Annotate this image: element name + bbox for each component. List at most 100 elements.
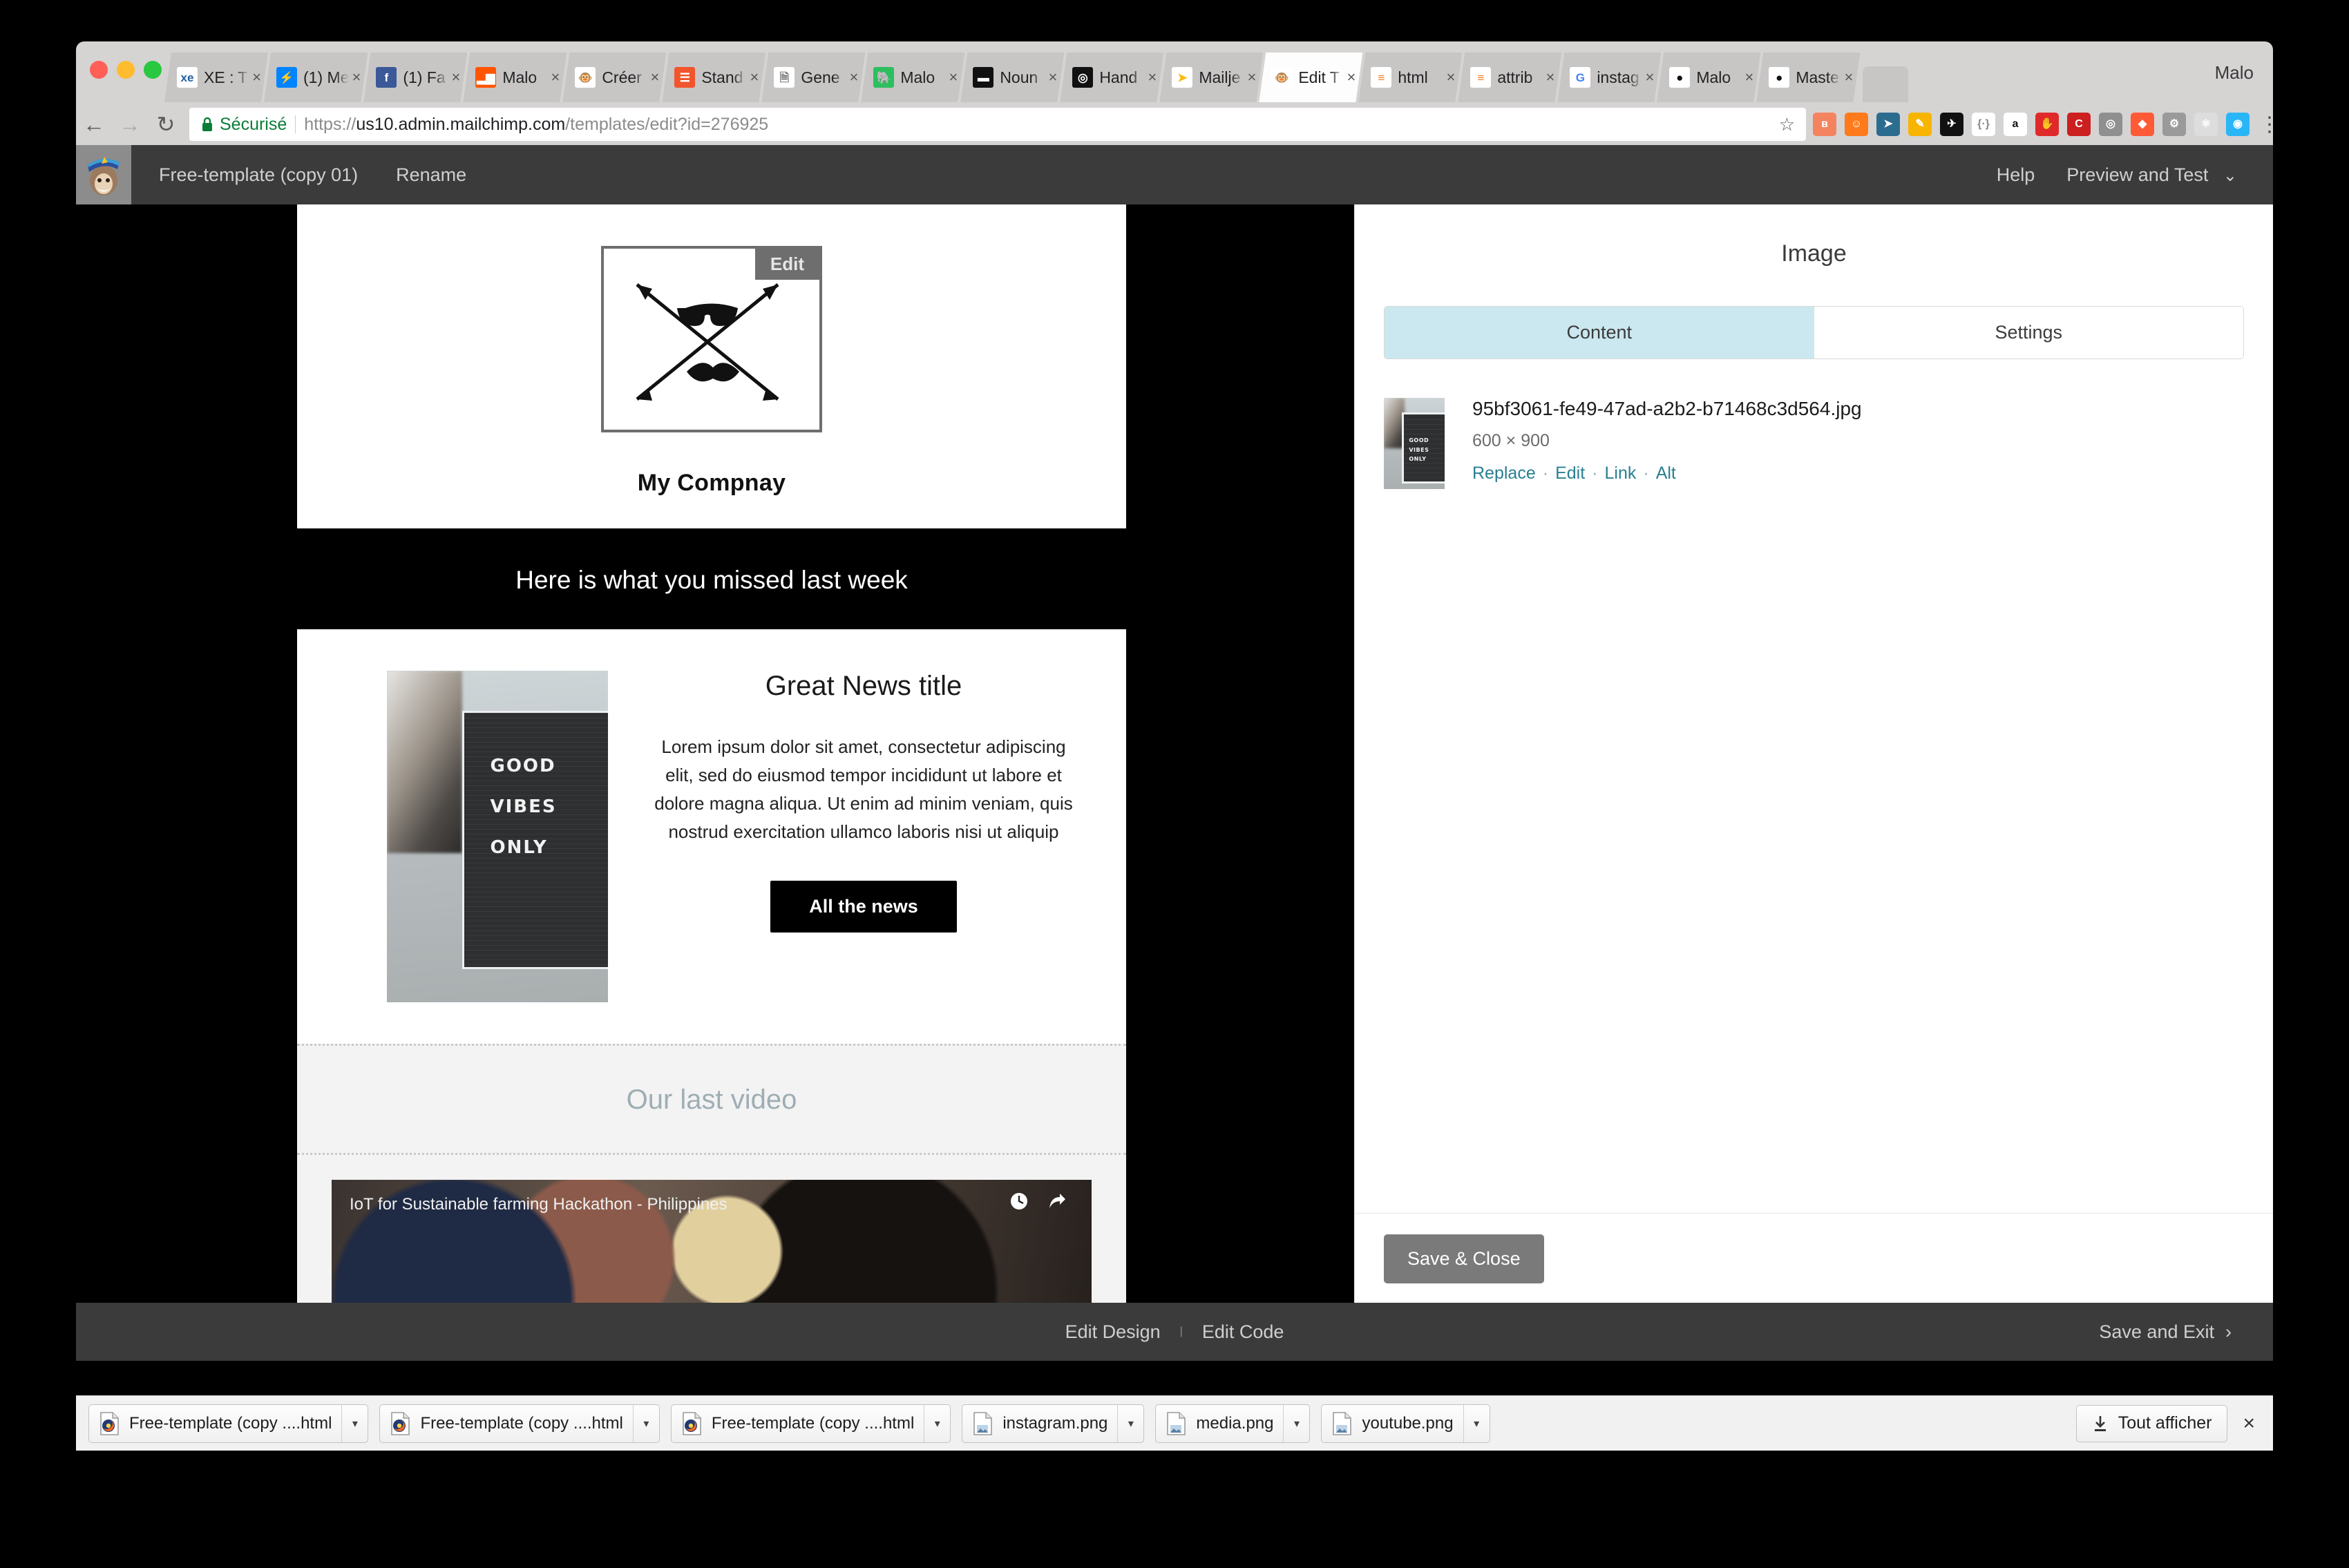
asset-actions[interactable]: Replace · Edit · Link · Alt [1472, 463, 1862, 484]
clock-icon[interactable] [1009, 1191, 1029, 1212]
save-and-exit-button[interactable]: Save and Exit › [2099, 1321, 2232, 1343]
download-menu-caret-icon[interactable]: ▾ [632, 1404, 659, 1442]
help-link[interactable]: Help [1997, 164, 2035, 186]
browser-tab[interactable]: ▬ Noun × [960, 52, 1064, 102]
asset-action-replace[interactable]: Replace [1472, 463, 1536, 483]
close-window-button[interactable] [90, 61, 108, 79]
preview-and-test-button[interactable]: Preview and Test ⌄ [2066, 164, 2237, 186]
download-items[interactable]: Free-template (copy ....html ▾ Free-templa… [88, 1404, 1501, 1443]
tab-settings[interactable]: Settings [1814, 307, 2243, 358]
browser-tab[interactable]: ➤ Mailje × [1159, 52, 1263, 102]
tab-close-icon[interactable]: × [252, 68, 261, 86]
share-icon[interactable] [1046, 1191, 1067, 1212]
adblock-icon[interactable]: ✋ [2035, 113, 2059, 136]
browser-tab[interactable]: Ginstag × [1557, 52, 1661, 102]
extensions-bar[interactable]: ʙ ☺ ➤ ✎ ✈ {·} a ✋ C ◎ ◆ ⚙ ⚛ ◉ [1813, 113, 2259, 136]
save-and-close-button[interactable]: Save & Close [1384, 1234, 1544, 1283]
section-heading[interactable]: Here is what you missed last week [297, 528, 1126, 629]
maximize-window-button[interactable] [144, 61, 162, 79]
edit-block-button[interactable]: Edit [754, 249, 819, 280]
show-all-downloads-button[interactable]: Tout afficher [2075, 1404, 2228, 1442]
json-icon[interactable]: {·} [1972, 113, 1995, 136]
window-controls[interactable] [90, 61, 162, 79]
flame-icon[interactable]: ☺ [1845, 113, 1868, 136]
tab-close-icon[interactable]: × [1446, 68, 1455, 86]
d3-icon[interactable]: ʙ [1813, 113, 1836, 136]
back-icon[interactable]: ← [76, 112, 112, 137]
news-title[interactable]: Great News title [649, 671, 1078, 702]
browser-tab[interactable]: 🐵 Créer × [562, 52, 666, 102]
colorpicker-icon[interactable]: ✎ [1908, 113, 1932, 136]
video-overlay-icons[interactable] [1009, 1191, 1067, 1212]
email-header-block[interactable]: Edit My Compnay [297, 204, 1126, 528]
browser-tab[interactable]: xe XE : T × [164, 52, 268, 102]
news-body[interactable]: Lorem ipsum dolor sit amet, consectetur … [649, 733, 1078, 846]
all-the-news-button[interactable]: All the news [770, 881, 957, 933]
tab-close-icon[interactable]: × [849, 68, 858, 86]
browser-tab[interactable]: f (1) Fa × [363, 52, 467, 102]
tab-close-icon[interactable]: × [1247, 68, 1256, 86]
browser-tab[interactable]: 🗎 Gene × [761, 52, 865, 102]
eye-icon[interactable]: ◉ [2226, 113, 2250, 136]
tab-close-icon[interactable]: × [1546, 68, 1554, 86]
browser-tab[interactable]: ≡ attrib × [1458, 52, 1561, 102]
browser-tab[interactable]: ☰ Stand × [662, 52, 765, 102]
browser-tab[interactable]: ▂▆ Malo × [463, 52, 567, 102]
tab-close-icon[interactable]: × [352, 68, 361, 86]
new-tab-button[interactable] [1863, 66, 1909, 102]
download-menu-caret-icon[interactable]: ▾ [1283, 1404, 1309, 1442]
tab-close-icon[interactable]: × [1048, 68, 1057, 86]
panel-tabs[interactable]: Content Settings [1384, 306, 2244, 359]
asset-action-link[interactable]: Link [1604, 463, 1636, 483]
video-section-title[interactable]: Our last video [297, 1046, 1126, 1153]
download-menu-caret-icon[interactable]: ▾ [1463, 1404, 1490, 1442]
download-item[interactable]: Free-template (copy ....html ▾ [670, 1404, 951, 1443]
tab-close-icon[interactable]: × [451, 68, 460, 86]
amazon-icon[interactable]: a [2004, 113, 2027, 136]
video-thumbnail[interactable]: IoT for Sustainable farming Hackathon - … [332, 1180, 1092, 1303]
asset-action-alt[interactable]: Alt [1656, 463, 1676, 483]
address-bar[interactable]: Sécurisé https://us10.admin.mailchimp.co… [189, 108, 1806, 141]
tab-close-icon[interactable]: × [1844, 68, 1853, 86]
edit-design-tab[interactable]: Edit Design [1065, 1321, 1161, 1343]
tab-close-icon[interactable]: × [551, 68, 560, 86]
asset-thumbnail[interactable]: GOOD VIBES ONLY [1384, 398, 1445, 489]
forward-icon[interactable]: → [112, 112, 148, 137]
profile-name[interactable]: Malo [2215, 62, 2254, 84]
news-photo[interactable]: GOOD VIBES ONLY [387, 671, 608, 1002]
mailchimp-logo[interactable] [76, 145, 131, 204]
tab-close-icon[interactable]: × [949, 68, 958, 86]
video-block[interactable]: Our last video IoT for Sustainable farmi… [297, 1044, 1126, 1303]
compass-icon[interactable]: ➤ [1876, 113, 1900, 136]
tab-content[interactable]: Content [1385, 307, 1814, 358]
download-item[interactable]: instagram.png ▾ [962, 1404, 1145, 1443]
tab-close-icon[interactable]: × [650, 68, 659, 86]
browser-tab[interactable]: ● Malo × [1657, 52, 1760, 102]
pocket-icon[interactable]: ◆ [2131, 113, 2154, 136]
tab-close-icon[interactable]: × [1347, 68, 1356, 86]
bookmark-star-icon[interactable]: ☆ [1779, 114, 1795, 135]
reload-icon[interactable]: ↻ [148, 111, 184, 137]
minimize-window-button[interactable] [117, 61, 135, 79]
chrome-menu-icon[interactable]: ⋮ [2259, 113, 2280, 137]
download-item[interactable]: youtube.png ▾ [1321, 1404, 1490, 1443]
browser-tab[interactable]: ⚡ (1) Me × [264, 52, 368, 102]
asset-action-edit[interactable]: Edit [1555, 463, 1585, 483]
download-item[interactable]: Free-template (copy ....html ▾ [379, 1404, 660, 1443]
tab-close-icon[interactable]: × [1744, 68, 1753, 86]
cors-icon[interactable]: C [2067, 113, 2091, 136]
browser-tab[interactable]: ◎ Hand × [1060, 52, 1163, 102]
bird-icon[interactable]: ✈ [1940, 113, 1963, 136]
email-canvas[interactable]: Edit My Compnay Here is what you missed … [76, 204, 1354, 1303]
edit-code-tab[interactable]: Edit Code [1202, 1321, 1284, 1343]
download-menu-caret-icon[interactable]: ▾ [1117, 1404, 1143, 1442]
tab-strip[interactable]: xe XE : T × ⚡ (1) Me × f (1) Fa × ▂▆ Malo × 🐵 Créer × ☰… [164, 48, 1909, 102]
browser-tab[interactable]: 🐘 Malo × [861, 52, 964, 102]
download-menu-caret-icon[interactable]: ▾ [924, 1404, 950, 1442]
download-menu-caret-icon[interactable]: ▾ [341, 1404, 368, 1442]
browser-tab[interactable]: ● Maste × [1756, 52, 1860, 102]
browser-tab[interactable]: ≡ html × [1358, 52, 1462, 102]
logo-image-block[interactable]: Edit [601, 246, 822, 432]
react-icon[interactable]: ⚛ [2194, 113, 2218, 136]
browser-tab[interactable]: 🐵 Edit T × [1259, 52, 1362, 102]
